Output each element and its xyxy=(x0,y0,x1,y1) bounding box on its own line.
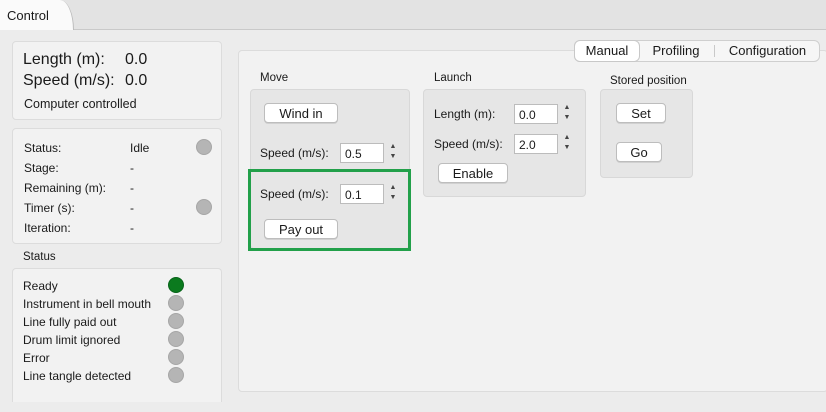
launch-length-field[interactable]: 0.0 xyxy=(514,104,558,124)
iteration-value: - xyxy=(130,221,134,235)
segment-divider xyxy=(714,45,715,57)
timer-indicator xyxy=(196,199,212,215)
launch-speed-stepper[interactable]: ▲ ▼ xyxy=(561,133,573,155)
stepper-down-icon[interactable]: ▼ xyxy=(561,113,573,123)
drum-limit-indicator xyxy=(168,331,184,347)
flag-label: Line tangle detected xyxy=(23,369,132,383)
iteration-label: Iteration: xyxy=(24,221,71,235)
tab-profiling[interactable]: Profiling xyxy=(641,41,711,61)
length-label: Length (m): xyxy=(23,51,105,68)
bell-mouth-indicator xyxy=(168,295,184,311)
stage-value: - xyxy=(130,161,134,175)
flag-label: Line fully paid out xyxy=(23,315,117,329)
flags-title: Status xyxy=(23,251,56,263)
wind-speed-label: Speed (m/s): xyxy=(260,146,329,160)
mode-tabs: Manual Profiling Configuration xyxy=(574,40,820,62)
line-tangle-indicator xyxy=(168,367,184,383)
flag-label: Error xyxy=(23,351,50,365)
speed-value: 0.0 xyxy=(125,72,148,89)
wind-in-button[interactable]: Wind in xyxy=(264,103,338,123)
tab-bar: Control xyxy=(0,0,826,30)
status-value: Idle xyxy=(130,141,150,155)
paid-out-indicator xyxy=(168,313,184,329)
launch-length-label: Length (m): xyxy=(434,107,496,121)
tab-manual[interactable]: Manual xyxy=(575,41,639,61)
enable-button[interactable]: Enable xyxy=(438,163,508,183)
stepper-up-icon[interactable]: ▲ xyxy=(561,103,573,113)
launch-title: Launch xyxy=(434,72,472,84)
flag-label: Ready xyxy=(23,279,58,293)
remaining-label: Remaining (m): xyxy=(24,181,107,195)
set-button[interactable]: Set xyxy=(616,103,666,123)
tab-control[interactable]: Control xyxy=(0,0,74,30)
speed-label: Speed (m/s): xyxy=(23,72,115,89)
stepper-up-icon[interactable]: ▲ xyxy=(561,133,573,143)
stage-label: Stage: xyxy=(24,161,59,175)
timer-label: Timer (s): xyxy=(24,201,75,215)
tab-configuration[interactable]: Configuration xyxy=(716,41,819,61)
launch-speed-label: Speed (m/s): xyxy=(434,137,503,151)
stepper-down-icon[interactable]: ▼ xyxy=(561,143,573,153)
flag-label: Drum limit ignored xyxy=(23,333,121,347)
stepper-down-icon[interactable]: ▼ xyxy=(387,152,399,162)
error-indicator xyxy=(168,349,184,365)
ready-indicator xyxy=(168,277,184,293)
stored-position-title: Stored position xyxy=(610,75,687,87)
control-mode-text: Computer controlled xyxy=(24,97,137,111)
launch-length-stepper[interactable]: ▲ ▼ xyxy=(561,103,573,125)
remaining-value: - xyxy=(130,181,134,195)
timer-value: - xyxy=(130,201,134,215)
highlight-box xyxy=(248,169,411,251)
wind-speed-field[interactable]: 0.5 xyxy=(340,143,384,163)
stepper-up-icon[interactable]: ▲ xyxy=(387,142,399,152)
status-label: Status: xyxy=(24,141,62,155)
wind-speed-stepper[interactable]: ▲ ▼ xyxy=(387,142,399,164)
go-button[interactable]: Go xyxy=(616,142,662,162)
length-value: 0.0 xyxy=(125,51,148,68)
launch-speed-field[interactable]: 2.0 xyxy=(514,134,558,154)
status-indicator xyxy=(196,139,212,155)
move-title: Move xyxy=(260,72,289,84)
flag-label: Instrument in bell mouth xyxy=(23,297,152,311)
